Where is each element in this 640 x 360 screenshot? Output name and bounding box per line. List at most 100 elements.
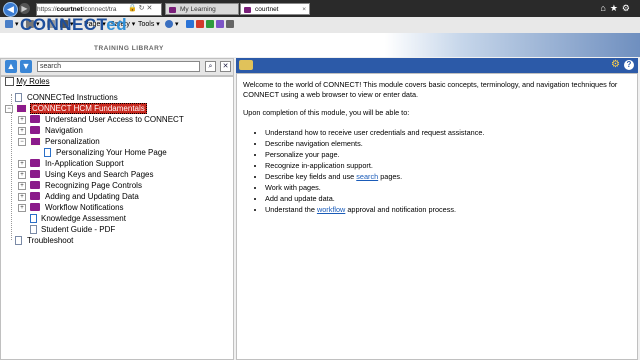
objectives-list: Understand how to receive user credentia… [243, 127, 633, 215]
list-item: Personalize your page. [265, 149, 633, 160]
tree-item-label: CONNECT HCM Fundamentals [30, 103, 147, 114]
tab-label: courtnet [255, 6, 279, 13]
list-text: approval and notification process. [345, 204, 457, 214]
expand-icon[interactable]: + [18, 160, 26, 168]
expand-icon[interactable]: + [18, 116, 26, 124]
checkbox[interactable] [5, 77, 14, 87]
list-item: Understand the workflow approval and not… [265, 204, 633, 215]
forward-button[interactable]: ▶ [19, 3, 30, 14]
refresh-icon[interactable]: ↻ [139, 5, 145, 12]
expand-icon[interactable]: + [18, 127, 26, 135]
banner-subtitle: TRAINING LIBRARY [94, 45, 164, 52]
list-item: Work with pages. [265, 182, 633, 193]
expand-icon[interactable]: + [18, 193, 26, 201]
tab-courtnet[interactable]: courtnet × [240, 3, 310, 15]
favorites-star-icon[interactable]: ★ [610, 3, 622, 13]
tree-item-connected-instructions[interactable]: CONNECTed Instructions [7, 92, 118, 103]
workflow-link[interactable]: workflow [317, 205, 345, 214]
list-item: Add and update data. [265, 193, 633, 204]
back-button[interactable]: ◀ [3, 2, 18, 17]
navigate-down-icon[interactable]: ▼ [20, 60, 32, 73]
book-icon [30, 126, 40, 134]
tree-connector-line [11, 94, 12, 240]
tree-item-label: Recognizing Page Controls [45, 181, 142, 190]
document-icon [15, 236, 22, 245]
tree-item-knowledge-assessment[interactable]: Knowledge Assessment [30, 213, 126, 224]
search-input[interactable] [37, 61, 200, 72]
help-icon[interactable]: ▾ [165, 19, 178, 31]
logo-text: CONNECT [20, 15, 107, 34]
tree-item-navigation[interactable]: + Navigation [18, 125, 83, 136]
addon-icon[interactable] [206, 19, 214, 31]
list-item: Describe navigation elements. [265, 138, 633, 149]
my-roles-item[interactable]: My Roles [5, 76, 50, 87]
tree-item-label: Student Guide - PDF [41, 225, 116, 234]
list-item: Understand how to receive user credentia… [265, 127, 633, 138]
navigate-up-icon[interactable]: ▲ [5, 60, 17, 73]
tree-item-troubleshoot[interactable]: Troubleshoot [7, 235, 73, 246]
home-icon[interactable]: ⌂ [600, 3, 609, 13]
module-icon [239, 60, 253, 70]
settings-icon[interactable]: ⚙ [611, 59, 620, 71]
book-icon [30, 203, 40, 211]
tree-item-label: Navigation [45, 126, 83, 135]
addon-icon[interactable] [186, 19, 194, 31]
tree-item-workflow-notifications[interactable]: + Workflow Notifications [18, 202, 124, 213]
home-menu-icon[interactable]: ▾ [5, 19, 18, 31]
tree-item-user-access[interactable]: + Understand User Access to CONNECT [18, 114, 184, 125]
list-item: Recognize in-application support. [265, 160, 633, 171]
book-icon [30, 159, 40, 167]
tree-item-label: Understand User Access to CONNECT [45, 115, 184, 124]
tools-menu[interactable]: Tools ▾ [138, 19, 160, 31]
expand-icon[interactable]: + [18, 182, 26, 190]
banner-gradient [385, 33, 640, 57]
expand-icon[interactable]: + [18, 171, 26, 179]
help-icon[interactable]: ? [624, 60, 634, 70]
expand-icon[interactable]: + [18, 204, 26, 212]
search-link[interactable]: search [356, 172, 378, 181]
gear-icon[interactable]: ⚙ [622, 3, 634, 13]
book-icon [30, 115, 40, 123]
completion-paragraph: Upon completion of this module, you will… [243, 108, 410, 117]
tree-item-student-guide[interactable]: Student Guide - PDF [30, 224, 115, 235]
clear-search-icon[interactable]: ✕ [220, 61, 231, 72]
list-item: Describe key fields and use search pages… [265, 171, 633, 182]
tree-item-label: Knowledge Assessment [41, 214, 126, 223]
browser-window-icons: ⌂★⚙ [600, 2, 634, 15]
tree-item-label: Troubleshoot [27, 236, 74, 245]
intro-paragraph: Welcome to the world of CONNECT! This mo… [243, 80, 618, 99]
book-icon [30, 181, 40, 189]
document-icon [15, 93, 22, 102]
tree-item-in-application-support[interactable]: + In-Application Support [18, 158, 124, 169]
document-icon [44, 148, 51, 157]
tree-item-personalization[interactable]: − Personalization [18, 136, 100, 147]
tab-label: My Learning [180, 6, 216, 13]
close-icon[interactable]: ✕ [147, 5, 153, 12]
tree-item-label: Personalization [45, 137, 100, 146]
tree-item-label: CONNECTed Instructions [27, 93, 118, 102]
tab-my-learning[interactable]: My Learning [165, 3, 239, 15]
document-icon [30, 214, 37, 223]
document-icon [30, 225, 37, 234]
tree-item-page-controls[interactable]: + Recognizing Page Controls [18, 180, 142, 191]
search-icon[interactable]: ⌕ [205, 61, 216, 72]
addon-icon[interactable] [196, 19, 204, 31]
book-icon [30, 192, 40, 200]
addon-icon[interactable] [216, 19, 224, 31]
list-text: Understand the [265, 204, 317, 214]
address-actions[interactable]: 🔒 ↻ ✕ [128, 3, 152, 14]
open-book-icon [30, 137, 41, 146]
addon-icon[interactable] [226, 19, 234, 31]
module-content: Welcome to the world of CONNECT! This mo… [243, 80, 633, 215]
tree-item-hcm-fundamentals[interactable]: − CONNECT HCM Fundamentals [5, 103, 147, 114]
address-host: courtnet [56, 6, 83, 13]
collapse-icon[interactable]: − [5, 105, 13, 113]
tree-item-label: In-Application Support [45, 159, 124, 168]
tree-item-personalizing-home-page[interactable]: Personalizing Your Home Page [44, 147, 167, 158]
site-favicon-icon [244, 7, 251, 13]
tree-item-adding-updating-data[interactable]: + Adding and Updating Data [18, 191, 139, 202]
address-prefix: https:// [37, 6, 57, 13]
collapse-icon[interactable]: − [18, 138, 26, 146]
close-tab-icon[interactable]: × [302, 4, 306, 14]
tree-item-keys-search-pages[interactable]: + Using Keys and Search Pages [18, 169, 154, 180]
